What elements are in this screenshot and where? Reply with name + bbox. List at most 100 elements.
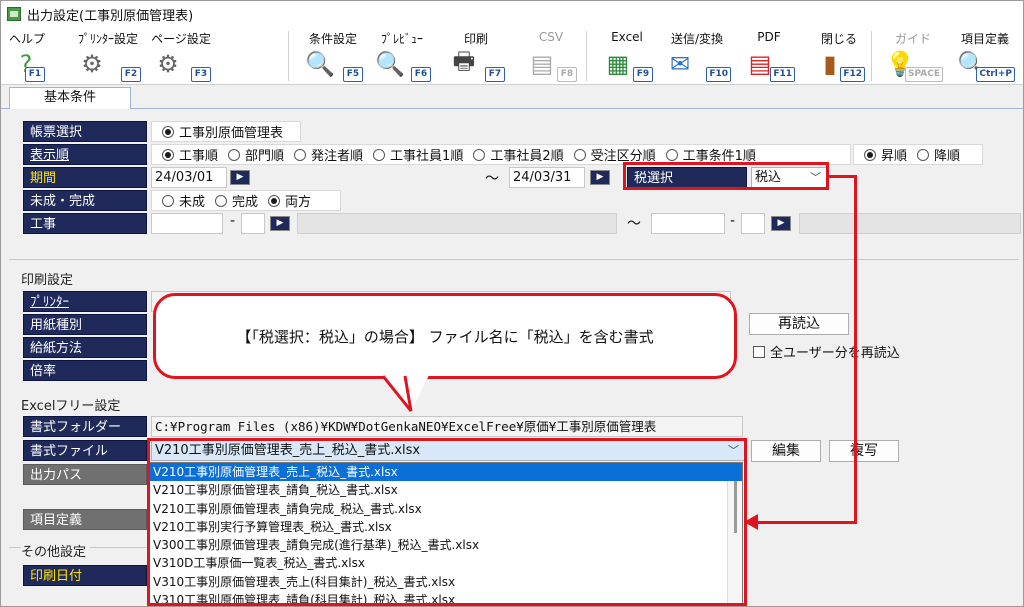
- radio-report-label: 工事別原価管理表: [179, 126, 284, 141]
- construction-tilde: ～: [627, 216, 641, 232]
- paper-type-label: 用紙種別: [23, 314, 147, 335]
- paper-feed-label: 給紙方法: [23, 337, 147, 358]
- print-settings-heading: 印刷設定: [21, 273, 74, 288]
- reload-button[interactable]: 再読込: [749, 313, 849, 335]
- all-users-reload-checkbox[interactable]: 全ユーザー分を再読込: [753, 342, 900, 361]
- function-key-badge: F9: [633, 67, 653, 82]
- callout-tail: [381, 375, 429, 412]
- radio-label: 工事順: [179, 149, 219, 164]
- tax-select-highlight: [623, 162, 829, 190]
- toolbar-button-3[interactable]: 条件設定 🔍 F5: [301, 27, 365, 85]
- construction-label: 工事: [23, 213, 147, 234]
- copy-button[interactable]: 複写: [829, 440, 899, 462]
- radio-button[interactable]: [294, 148, 307, 161]
- period-from-input[interactable]: 24/03/01: [151, 167, 227, 188]
- toolbar-button-label: 項目定義: [960, 32, 1009, 46]
- toolbar-button-label: ﾌﾟﾚﾋﾞｭｰ: [380, 32, 423, 46]
- radio-label: 工事社員1順: [390, 149, 464, 164]
- toolbar: ヘルプ? F1 ﾌﾟﾘﾝﾀｰ設定 ⚙ F2 ページ設定 ⚙ F3 条件設定 🔍 F5 ﾌﾟﾚﾋﾞｭｰ 🔍…: [1, 27, 1023, 85]
- excel-icon: ▦: [606, 50, 630, 78]
- function-key-badge: F12: [840, 67, 865, 82]
- construction-to-name: [799, 213, 1021, 234]
- title-bar: 出力設定(工事別原価管理表): [1, 1, 1023, 27]
- construction-to-search-icon[interactable]: ▶: [771, 216, 791, 231]
- divider: [9, 259, 1019, 260]
- search-icon: 🔍: [305, 50, 335, 78]
- page-settings-icon: ⚙: [157, 50, 179, 78]
- toolbar-button-label: Excel: [611, 30, 643, 44]
- period-to-picker-icon[interactable]: ▶: [590, 170, 610, 185]
- radio-label: 両方: [285, 195, 312, 210]
- radio-button[interactable]: [228, 148, 241, 161]
- toolbar-button-1[interactable]: ﾌﾟﾘﾝﾀｰ設定 ⚙ F2: [73, 27, 143, 85]
- window-title: 出力設定(工事別原価管理表): [27, 8, 194, 24]
- toolbar-button-label: ガイド: [894, 32, 931, 46]
- radio-button[interactable]: [215, 194, 228, 207]
- printer-label[interactable]: ﾌﾟﾘﾝﾀｰ: [23, 291, 147, 312]
- radio-button[interactable]: [162, 148, 174, 161]
- toolbar-button-4[interactable]: ﾌﾟﾚﾋﾞｭｰ 🔍 F6: [371, 27, 433, 85]
- other-settings-heading: その他設定: [21, 541, 91, 560]
- toolbar-button-10[interactable]: 閉じる ▮ F12: [811, 27, 867, 85]
- radio-label: 完成: [232, 195, 259, 210]
- toolbar-button-8[interactable]: 送信/変換 ✉ F10: [661, 27, 733, 85]
- construction-from-branch-input[interactable]: [241, 213, 265, 234]
- toolbar-button-label: PDF: [757, 30, 781, 44]
- function-key-badge: F7: [485, 67, 505, 82]
- radio-button[interactable]: [665, 148, 678, 161]
- toolbar-button-9[interactable]: PDF ▤ F11: [741, 27, 797, 85]
- toolbar-separator: [586, 31, 587, 81]
- callout-bubble: 【「税選択：税込」の場合】 ファイル名に「税込」を含む書式: [153, 293, 737, 379]
- function-key-badge: Ctrl+P: [976, 67, 1015, 82]
- toolbar-button-2[interactable]: ページ設定 ⚙ F3: [149, 27, 213, 85]
- function-key-badge: F6: [411, 67, 431, 82]
- template-folder-label: 書式フォルダー: [23, 416, 147, 437]
- toolbar-button-label: CSV: [538, 30, 564, 44]
- radio-button[interactable]: [373, 148, 386, 161]
- function-key-badge: F3: [191, 67, 211, 82]
- radio-label: 工事社員2順: [490, 149, 564, 164]
- connector-line: [757, 521, 857, 524]
- tab-bar: 基本条件: [1, 85, 1023, 110]
- construction-to-input[interactable]: [651, 213, 725, 234]
- radio-report-cost-management[interactable]: [162, 125, 174, 138]
- construction-to-branch-input[interactable]: [741, 213, 765, 234]
- function-key-badge: F10: [706, 67, 731, 82]
- toolbar-button-0[interactable]: ヘルプ? F1: [7, 27, 47, 85]
- radio-button[interactable]: [917, 148, 930, 161]
- printer-settings-icon: ⚙: [81, 50, 103, 78]
- dialog-window: 出力設定(工事別原価管理表) ヘルプ? F1 ﾌﾟﾘﾝﾀｰ設定 ⚙ F2 ページ設定 ⚙ F3…: [0, 0, 1024, 607]
- preview-icon: 🔍: [375, 50, 405, 78]
- construction-from-search-icon[interactable]: ▶: [270, 216, 290, 231]
- checkbox-box[interactable]: [753, 345, 765, 358]
- function-key-badge: F2: [121, 67, 141, 82]
- radio-button[interactable]: [268, 194, 281, 207]
- radio-button[interactable]: [162, 194, 174, 207]
- radio-button[interactable]: [473, 148, 486, 161]
- toolbar-button-12[interactable]: 項目定義 🔍 Ctrl+P: [953, 27, 1017, 85]
- toolbar-button-5[interactable]: 印刷 🖶 F7: [445, 27, 507, 85]
- report-select-group: 工事別原価管理表: [151, 121, 301, 142]
- radio-button[interactable]: [573, 148, 586, 161]
- completion-group: 未成 完成 両方: [151, 190, 341, 211]
- function-key-badge: F5: [343, 67, 363, 82]
- construction-dash-2: -: [730, 213, 736, 229]
- tab-basic-conditions[interactable]: 基本条件: [9, 87, 131, 110]
- all-users-reload-label: 全ユーザー分を再読込: [770, 346, 900, 361]
- arrow-head-icon: [744, 514, 758, 530]
- toolbar-button-7[interactable]: Excel ▦ F9: [599, 27, 655, 85]
- toolbar-button-11[interactable]: ガイド 💡 SPACE: [881, 27, 945, 85]
- mail-icon: ✉: [669, 50, 691, 78]
- period-to-input[interactable]: 24/03/31: [509, 167, 585, 188]
- toolbar-button-label: 閉じる: [820, 32, 857, 46]
- toolbar-button-6[interactable]: CSV ▤ F8: [523, 27, 579, 85]
- period-from-picker-icon[interactable]: ▶: [230, 170, 250, 185]
- template-folder-value: C:¥Program Files (x86)¥KDW¥DotGenkaNEO¥E…: [151, 416, 743, 437]
- radio-label: 未成: [179, 195, 206, 210]
- display-order-label[interactable]: 表示順: [23, 144, 147, 165]
- radio-button[interactable]: [864, 148, 876, 161]
- construction-from-input[interactable]: [151, 213, 223, 234]
- print-icon: 🖶: [452, 46, 476, 75]
- callout-text: 【「税選択：税込」の場合】 ファイル名に「税込」を含む書式: [236, 327, 654, 346]
- edit-button[interactable]: 編集: [751, 440, 821, 462]
